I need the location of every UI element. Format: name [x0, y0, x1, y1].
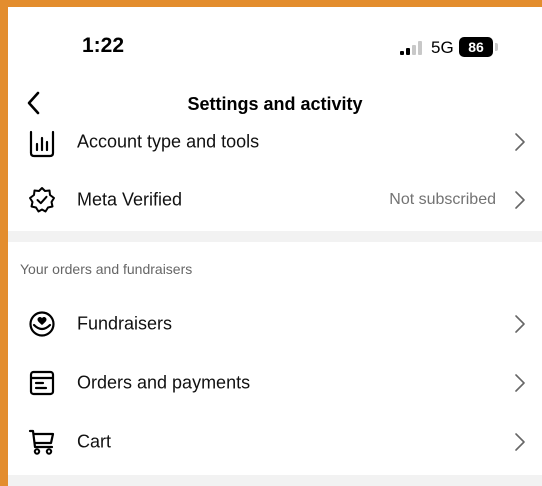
row-label: Meta Verified	[77, 189, 183, 210]
chevron-right-icon	[515, 433, 525, 451]
row-meta-verified[interactable]: Meta Verified Not subscribed	[8, 171, 542, 229]
verified-badge-icon	[29, 187, 55, 213]
status-bar: 1:22 5G 86	[8, 7, 542, 81]
section-header: Your orders and fundraisers	[20, 261, 193, 277]
receipt-icon	[29, 370, 55, 396]
cart-icon	[28, 429, 55, 455]
chevron-right-icon	[515, 133, 525, 151]
row-fundraisers[interactable]: Fundraisers	[8, 295, 542, 353]
row-cart[interactable]: Cart	[8, 413, 542, 471]
chevron-right-icon	[515, 191, 525, 209]
status-time: 1:22	[82, 34, 125, 57]
section-divider	[8, 231, 542, 242]
chevron-right-icon	[515, 374, 525, 392]
phone-screen: 1:22 5G 86 Settings and activity Account…	[8, 7, 542, 486]
heart-coin-icon	[29, 311, 55, 337]
subscription-status: Not subscribed	[389, 191, 496, 208]
signal-strength-icon	[400, 41, 422, 55]
row-label: Account type and tools	[77, 131, 260, 152]
row-account-type-and-tools[interactable]: Account type and tools	[8, 114, 542, 168]
row-label: Orders and payments	[77, 372, 251, 393]
page-title: Settings and activity	[187, 94, 363, 114]
battery-level: 86	[468, 39, 484, 55]
network-type: 5G	[431, 38, 454, 57]
battery-icon: 86	[459, 37, 493, 57]
battery-tip	[495, 43, 498, 51]
bar-chart-icon	[29, 130, 55, 158]
chevron-right-icon	[515, 315, 525, 333]
row-label: Fundraisers	[77, 313, 173, 334]
row-label: Cart	[77, 431, 112, 452]
section-divider	[8, 475, 542, 486]
row-orders-and-payments[interactable]: Orders and payments	[8, 354, 542, 412]
